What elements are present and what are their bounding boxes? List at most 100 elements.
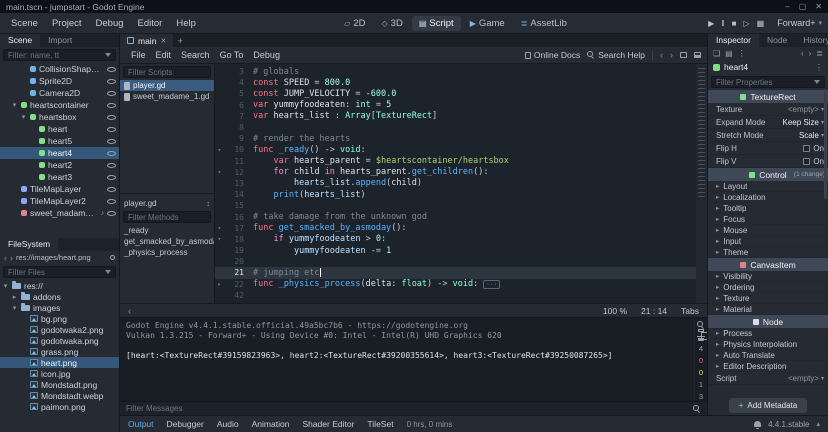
message-count-toggle[interactable]: 1 (699, 381, 703, 389)
workspace-script[interactable]: ▤Script (412, 16, 461, 31)
search-output-icon[interactable] (697, 321, 705, 325)
fs-item-addons[interactable]: ▸addons (0, 291, 119, 302)
fold-toggle-icon[interactable]: ▸ (215, 280, 224, 288)
message-count-toggle[interactable]: 0 (699, 369, 703, 377)
code-line-8[interactable]: 8 (215, 122, 707, 133)
new-resource-icon[interactable]: ❏ (713, 49, 720, 58)
bottom-tab-audio[interactable]: Audio (217, 419, 239, 429)
scene-node-heartscontainer[interactable]: ▾heartscontainer (0, 99, 119, 111)
visibility-eye-icon[interactable] (107, 137, 116, 145)
code-line-20[interactable]: 20 (215, 256, 707, 267)
pin-icon[interactable] (110, 255, 115, 260)
clear-output-icon[interactable] (698, 338, 704, 341)
scene-node-heart5[interactable]: heart5 (0, 135, 119, 147)
script-menu-search[interactable]: Search (176, 50, 215, 60)
fs-item-images[interactable]: ▾images (0, 302, 119, 313)
code-minimap[interactable] (696, 64, 707, 303)
dock-tab-scene[interactable]: Scene (0, 34, 40, 47)
fs-item-godotwaka-png[interactable]: godotwaka.png (0, 335, 119, 346)
version-label[interactable]: 4.4.1.stable (768, 420, 809, 429)
folded-code-indicator[interactable]: ··· (483, 280, 500, 289)
message-count-toggle[interactable]: 3 (699, 393, 703, 401)
group-ordering[interactable]: ▸Ordering (708, 282, 828, 293)
fs-filter-input[interactable]: Filter Files (3, 266, 116, 278)
load-resource-icon[interactable]: ▤ (725, 49, 733, 58)
collapse-panel-icon[interactable]: ▴ (816, 420, 820, 428)
code-line-3[interactable]: 3# globals (215, 66, 707, 77)
group-physics-interpolation[interactable]: ▸Physics Interpolation (708, 339, 828, 350)
fold-toggle-icon[interactable]: ▾ (215, 235, 224, 243)
visibility-eye-icon[interactable] (107, 161, 116, 169)
pause-button[interactable]: ‖ (721, 19, 724, 28)
category-control[interactable]: Control(1 change) (708, 168, 828, 181)
scene-node-heart3[interactable]: heart3 (0, 171, 119, 183)
fs-item-grass-png[interactable]: grass.png (0, 346, 119, 357)
object-options-icon[interactable]: ⋮ (815, 63, 823, 72)
code-line-17[interactable]: ▾17func get_smacked_by_asmoday(): (215, 223, 707, 234)
bottom-tab-shader-editor[interactable]: Shader Editor (302, 419, 354, 429)
visibility-eye-icon[interactable] (107, 77, 116, 85)
history-forward-icon[interactable]: › (670, 50, 673, 60)
scene-node-sweet-madame-1[interactable]: sweet_madame_1♪ (0, 207, 119, 219)
group-theme[interactable]: ▸Theme (708, 247, 828, 258)
renderer-selector[interactable]: Forward+ ▾ (771, 18, 822, 28)
method-item--physics-process[interactable]: _physics_process (120, 247, 214, 258)
menu-project[interactable]: Project (45, 18, 89, 29)
property-value-dropdown[interactable]: Scale▾ (799, 131, 824, 140)
float-panel-icon[interactable] (680, 52, 687, 58)
inspector-tab-inspector[interactable]: Inspector (708, 34, 759, 47)
fs-forward-icon[interactable]: › (10, 253, 13, 263)
category-canvasitem[interactable]: CanvasItem (708, 258, 828, 271)
code-line-4[interactable]: 4const SPEED = 800.0 (215, 77, 707, 88)
movie-maker-button[interactable]: ▦ (757, 19, 765, 28)
category-node[interactable]: Node (708, 315, 828, 328)
search-help-button[interactable]: Search Help (587, 50, 645, 60)
workspace-assetlib[interactable]: ≣AssetLib (514, 16, 574, 31)
group-editor-description[interactable]: ▸Editor Description (708, 361, 828, 372)
visibility-eye-icon[interactable] (107, 125, 116, 133)
group-layout[interactable]: ▸Layout (708, 181, 828, 192)
filter-scripts-input[interactable]: Filter Scripts (123, 66, 211, 78)
workspace-game[interactable]: ▶Game (463, 16, 512, 31)
add-metadata-button[interactable]: + Add Metadata (729, 398, 807, 413)
fold-toggle-icon[interactable]: ▾ (215, 146, 224, 154)
group-input[interactable]: ▸Input (708, 236, 828, 247)
play-scene-button[interactable]: ▷ (743, 19, 749, 28)
visibility-eye-icon[interactable] (107, 149, 116, 157)
fs-item-res-[interactable]: ▾res:// (0, 280, 119, 291)
sort-icon[interactable]: ↕ (206, 199, 210, 208)
script-menu-file[interactable]: File (126, 50, 151, 60)
scene-node-sprite2d[interactable]: Sprite2D (0, 75, 119, 87)
code-line-5[interactable]: 5const JUMP_VELOCITY = -600.0 (215, 88, 707, 99)
fs-item-paimon-png[interactable]: paimon.png (0, 401, 119, 412)
workspace-3d[interactable]: ◇3D (375, 16, 410, 31)
fold-toggle-icon[interactable]: ▾ (215, 224, 224, 232)
play-button[interactable]: ▶ (708, 19, 714, 28)
scene-node-tilemaplayer2[interactable]: TileMapLayer2 (0, 195, 119, 207)
scene-node-collisionshape2d[interactable]: CollisionShape2D (0, 63, 119, 75)
checkbox-flip-v[interactable] (803, 158, 810, 165)
category-texturerect[interactable]: TextureRect (708, 90, 828, 103)
fs-item-bg-png[interactable]: bg.png (0, 313, 119, 324)
scene-node-heartsbox[interactable]: ▾heartsbox (0, 111, 119, 123)
group-auto-translate[interactable]: ▸Auto Translate (708, 350, 828, 361)
menu-scene[interactable]: Scene (4, 18, 45, 29)
code-editor[interactable]: 3# globals4const SPEED = 800.05const JUM… (215, 64, 707, 303)
scene-node-heart4[interactable]: heart4 (0, 147, 119, 159)
inspector-tab-history[interactable]: History (795, 34, 828, 47)
visibility-eye-icon[interactable] (107, 173, 116, 181)
scene-node-camera2d[interactable]: Camera2D (0, 87, 119, 99)
code-line-21[interactable]: 21# jumping etc (215, 267, 707, 278)
group-focus[interactable]: ▸Focus (708, 214, 828, 225)
toggle-panel-icon[interactable] (694, 52, 701, 58)
code-line-12[interactable]: ▾12 for child in hearts_parent.get_child… (215, 167, 707, 178)
group-process[interactable]: ▸Process (708, 328, 828, 339)
expander-icon[interactable]: ▾ (20, 113, 27, 121)
stop-button[interactable]: ■ (732, 19, 737, 28)
method-item--ready[interactable]: _ready (120, 225, 214, 236)
expander-icon[interactable]: ▾ (11, 101, 18, 109)
scene-node-heart2[interactable]: heart2 (0, 159, 119, 171)
visibility-eye-icon[interactable] (107, 209, 116, 217)
code-line-10[interactable]: ▾10func _ready() -> void: (215, 144, 707, 155)
filter-methods-input[interactable]: Filter Methods (123, 211, 211, 223)
